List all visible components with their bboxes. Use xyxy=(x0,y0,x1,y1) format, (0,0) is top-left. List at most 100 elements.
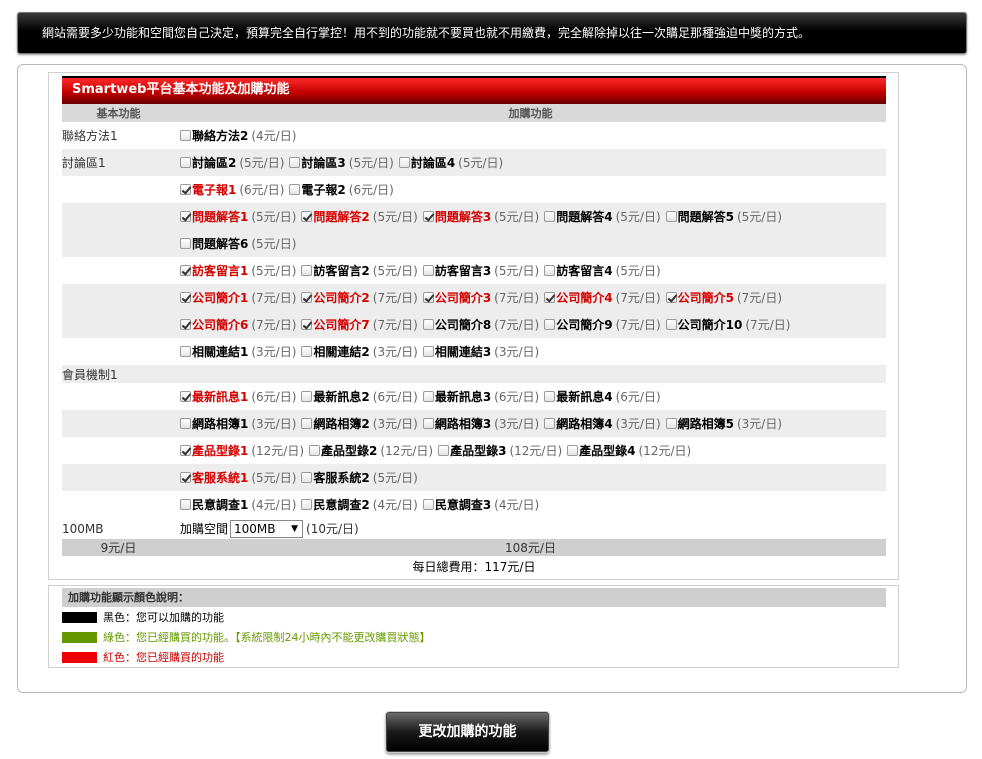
addon-item[interactable]: 公司簡介5 (7元/日) xyxy=(665,289,782,306)
addon-item[interactable]: 網路相簿4 (3元/日) xyxy=(544,415,661,432)
addon-checkbox[interactable] xyxy=(665,418,677,429)
addon-checkbox[interactable] xyxy=(301,319,313,330)
addon-checkbox[interactable] xyxy=(180,391,191,402)
addon-checkbox[interactable] xyxy=(567,445,579,456)
addon-item[interactable]: 最新訊息1 (6元/日) xyxy=(180,388,296,405)
addon-checkbox[interactable] xyxy=(180,157,191,168)
addon-checkbox[interactable] xyxy=(422,391,434,402)
addon-checkbox[interactable] xyxy=(422,418,434,429)
space-select[interactable]: 100MB ▼ xyxy=(230,519,304,538)
addon-checkbox[interactable] xyxy=(180,445,191,456)
addon-item[interactable]: 問題解答6 (5元/日) xyxy=(180,235,296,252)
addon-checkbox[interactable] xyxy=(665,211,677,222)
legend-title: 加購功能顯示顏色說明： xyxy=(62,588,886,607)
update-addons-button[interactable]: 更改加購的功能 xyxy=(386,712,549,752)
addon-checkbox[interactable] xyxy=(544,265,556,276)
addon-item[interactable]: 訪客留言1 (5元/日) xyxy=(180,262,296,279)
addon-item[interactable]: 問題解答2 (5元/日) xyxy=(301,208,418,225)
addon-item[interactable]: 網路相簿3 (3元/日) xyxy=(422,415,539,432)
addon-item[interactable]: 訪客留言2 (5元/日) xyxy=(301,262,418,279)
addon-checkbox[interactable] xyxy=(544,211,556,222)
addon-item[interactable]: 民意調查1 (4元/日) xyxy=(180,496,296,513)
addon-item[interactable]: 網路相簿2 (3元/日) xyxy=(301,415,418,432)
addon-item[interactable]: 公司簡介3 (7元/日) xyxy=(422,289,539,306)
addon-checkbox[interactable] xyxy=(180,499,191,510)
addon-item[interactable]: 公司簡介1 (7元/日) xyxy=(180,289,296,306)
addon-checkbox[interactable] xyxy=(665,319,677,330)
addon-item[interactable]: 討論區4 (5元/日) xyxy=(398,154,503,171)
addon-checkbox[interactable] xyxy=(422,265,434,276)
addon-item[interactable]: 民意調查2 (4元/日) xyxy=(301,496,418,513)
addon-price: (5元/日) xyxy=(494,264,540,278)
addon-item[interactable]: 討論區3 (5元/日) xyxy=(289,154,394,171)
addon-checkbox[interactable] xyxy=(398,157,410,168)
addon-checkbox[interactable] xyxy=(422,292,434,303)
addon-checkbox[interactable] xyxy=(301,292,313,303)
addon-item[interactable]: 問題解答5 (5元/日) xyxy=(665,208,782,225)
addon-item[interactable]: 問題解答1 (5元/日) xyxy=(180,208,296,225)
addon-item[interactable]: 公司簡介4 (7元/日) xyxy=(544,289,661,306)
addon-checkbox[interactable] xyxy=(301,265,313,276)
addon-item[interactable]: 公司簡介2 (7元/日) xyxy=(301,289,418,306)
addon-checkbox[interactable] xyxy=(180,319,191,330)
addon-item[interactable]: 客服系統2 (5元/日) xyxy=(301,469,418,486)
addon-item[interactable]: 最新訊息4 (6元/日) xyxy=(544,388,661,405)
addon-checkbox[interactable] xyxy=(180,265,191,276)
addon-item[interactable]: 公司簡介7 (7元/日) xyxy=(301,316,418,333)
addon-item[interactable]: 電子報1 (6元/日) xyxy=(180,181,284,198)
addon-checkbox[interactable] xyxy=(301,346,313,357)
addon-item[interactable]: 問題解答3 (5元/日) xyxy=(422,208,539,225)
addon-item[interactable]: 公司簡介8 (7元/日) xyxy=(422,316,539,333)
addon-item[interactable]: 電子報2 (6元/日) xyxy=(289,181,394,198)
addon-checkbox[interactable] xyxy=(422,319,434,330)
addon-checkbox[interactable] xyxy=(301,499,313,510)
addon-checkbox[interactable] xyxy=(422,499,434,510)
chevron-down-icon: ▼ xyxy=(291,523,299,534)
addon-checkbox[interactable] xyxy=(665,292,677,303)
addon-item[interactable]: 相關連結1 (3元/日) xyxy=(180,343,296,360)
addon-checkbox[interactable] xyxy=(422,211,434,222)
addon-item[interactable]: 公司簡介6 (7元/日) xyxy=(180,316,296,333)
addon-checkbox[interactable] xyxy=(180,238,191,249)
addon-item[interactable]: 聯絡方法2 (4元/日) xyxy=(180,127,296,144)
table-row: 相關連結1 (3元/日) 相關連結2 (3元/日) 相關連結3 (3元/日) xyxy=(62,338,886,365)
addon-checkbox[interactable] xyxy=(544,319,556,330)
addon-item[interactable]: 問題解答4 (5元/日) xyxy=(544,208,661,225)
addon-checkbox[interactable] xyxy=(180,418,191,429)
addon-item[interactable]: 網路相簿5 (3元/日) xyxy=(665,415,782,432)
addon-item[interactable]: 網路相簿1 (3元/日) xyxy=(180,415,296,432)
addon-checkbox[interactable] xyxy=(180,130,191,141)
addon-checkbox[interactable] xyxy=(438,445,450,456)
addon-checkbox[interactable] xyxy=(309,445,321,456)
addon-checkbox[interactable] xyxy=(289,184,301,195)
addon-checkbox[interactable] xyxy=(301,472,313,483)
addon-item[interactable]: 公司簡介9 (7元/日) xyxy=(544,316,661,333)
addon-checkbox[interactable] xyxy=(301,418,313,429)
addon-checkbox[interactable] xyxy=(180,346,191,357)
addon-item[interactable]: 最新訊息3 (6元/日) xyxy=(422,388,539,405)
addon-item[interactable]: 民意調查3 (4元/日) xyxy=(422,496,539,513)
addon-checkbox[interactable] xyxy=(180,211,191,222)
addon-item[interactable]: 最新訊息2 (6元/日) xyxy=(301,388,418,405)
addon-checkbox[interactable] xyxy=(422,346,434,357)
addon-checkbox[interactable] xyxy=(180,472,191,483)
addon-item[interactable]: 公司簡介10 (7元/日) xyxy=(665,316,790,333)
addon-checkbox[interactable] xyxy=(301,391,313,402)
addon-item[interactable]: 產品型錄2 (12元/日) xyxy=(309,442,433,459)
addon-item[interactable]: 討論區2 (5元/日) xyxy=(180,154,284,171)
addon-checkbox[interactable] xyxy=(180,184,191,195)
addon-item[interactable]: 相關連結3 (3元/日) xyxy=(422,343,539,360)
addon-item[interactable]: 產品型錄3 (12元/日) xyxy=(438,442,562,459)
addon-checkbox[interactable] xyxy=(544,391,556,402)
addon-item[interactable]: 訪客留言3 (5元/日) xyxy=(422,262,540,279)
addon-item[interactable]: 產品型錄1 (12元/日) xyxy=(180,442,304,459)
addon-checkbox[interactable] xyxy=(301,211,313,222)
addon-item[interactable]: 相關連結2 (3元/日) xyxy=(301,343,418,360)
addon-checkbox[interactable] xyxy=(544,418,556,429)
addon-checkbox[interactable] xyxy=(289,157,301,168)
addon-checkbox[interactable] xyxy=(180,292,191,303)
addon-item[interactable]: 訪客留言4 (5元/日) xyxy=(544,262,661,279)
addon-item[interactable]: 客服系統1 (5元/日) xyxy=(180,469,296,486)
addon-checkbox[interactable] xyxy=(544,292,556,303)
addon-item[interactable]: 產品型錄4 (12元/日) xyxy=(567,442,691,459)
